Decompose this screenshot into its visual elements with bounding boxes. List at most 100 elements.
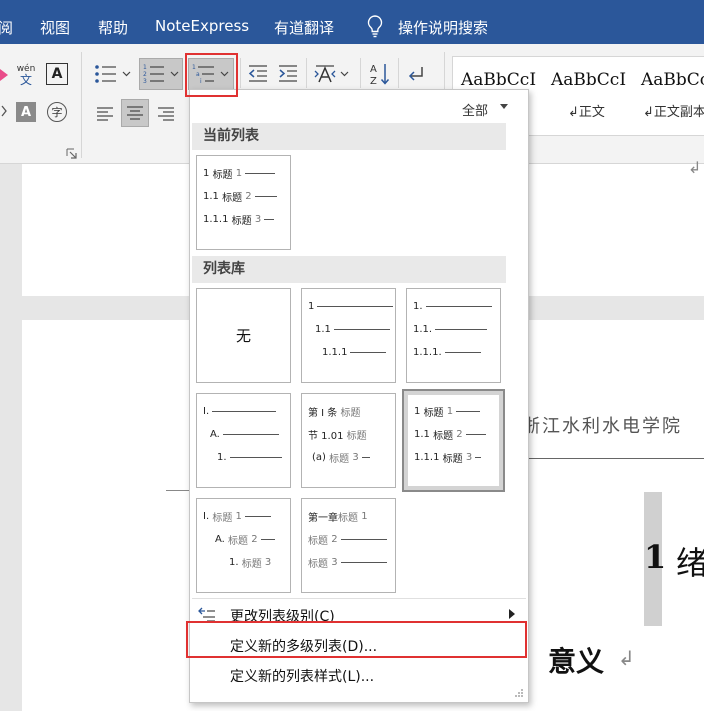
numbering-button[interactable]: 1 2 3 [139,58,183,90]
tile-row: 1.1. [413,322,488,336]
separator [306,58,307,88]
svg-text:A: A [370,64,377,75]
tile-row: 第一章 标题 1 [308,510,368,524]
increase-indent-button[interactable] [276,61,300,87]
section-list-library: 列表库 [192,256,506,283]
dialog-launcher-icon[interactable] [66,148,78,160]
align-right-icon [158,107,174,121]
paragraph-mark-icon [408,67,423,81]
tile-row: (a) 标题 3 [312,450,370,465]
align-center-icon [127,106,143,120]
character-border-button[interactable]: A [46,63,68,85]
separator [240,58,241,88]
show-formatting-marks-button[interactable] [404,61,428,87]
list-tile-article-section[interactable]: 第 I 条 标题 节 1.01 标题 (a) 标题 3 [301,393,396,488]
lightbulb-icon [367,15,383,38]
highlight-pen-icon[interactable] [0,66,10,82]
list-tile-heading-numeric-selected[interactable]: 1 标题 1 1.1 标题 2 1.1.1 标题 3 [402,389,505,492]
paragraph-mark: ↲ [688,158,702,177]
multilevel-list-dropdown: 全部 当前列表 1 标题 1 1.1 标题 2 1.1.1 标题 3 列表库 无… [189,89,529,703]
resize-grip-icon[interactable] [514,688,524,698]
bullets-icon [95,65,131,83]
tile-row: I. 标题 1 [203,509,271,524]
tile-row: A. 标题 2 [215,532,275,547]
sort-icon: A Z [370,64,390,87]
highlight-box-define-multilevel [186,621,527,658]
list-tile-numeric-dot[interactable]: 1. 1.1. 1.1.1. [406,288,501,383]
paragraph-mark: ↲ [618,646,635,670]
chapter-number: 1 [644,538,667,576]
asian-layout-button[interactable] [312,60,352,88]
tile-row: 1. [413,299,492,313]
menu-noteexpress[interactable]: NoteExpress [155,17,249,35]
sort-button[interactable]: A Z [366,59,392,89]
increase-indent-icon [279,65,297,82]
tile-row: A. [210,427,279,441]
menu-youdao-translate[interactable]: 有道翻译 [274,17,334,38]
tile-row: 1.1.1 标题 3 [203,212,275,227]
tile-row: 1 [308,299,394,313]
svg-text:文: 文 [20,72,32,87]
tile-row: 1.1.1 [322,345,387,359]
style-sample-third[interactable]: AaBbCc [641,70,704,90]
more-arrow-icon [1,105,7,117]
bullets-button[interactable] [92,60,134,88]
align-left-button[interactable] [92,102,118,126]
tile-row: 1.1 标题 2 [414,427,486,442]
phonetic-guide-icon: wén 文 [17,63,36,87]
tile-row: 1.1.1. [413,345,481,359]
tile-none-label: 无 [235,327,251,345]
highlight-box-multilevel-button [185,53,238,97]
define-new-list-style-item[interactable]: 定义新的列表样式(L)... [230,666,374,686]
section-current-list: 当前列表 [192,123,506,150]
header-affiliation: 浙江水利水电学院 [522,416,682,437]
list-tile-heading-chapter[interactable]: 第一章 标题 1 标题 2 标题 3 [301,498,396,593]
tile-row: 1. 标题 3 [229,556,272,570]
tile-row: 1.1 [315,322,390,336]
align-right-button[interactable] [153,102,179,126]
phonetic-guide-button[interactable]: wén 文 [14,60,38,88]
tile-row: 节 1.01 标题 [308,430,367,442]
decrease-indent-button[interactable] [246,61,270,87]
align-center-button[interactable] [121,99,149,127]
align-left-icon [97,107,113,121]
list-tile-current[interactable]: 1 标题 1 1.1 标题 2 1.1.1 标题 3 [196,155,291,250]
enclose-characters-button[interactable]: 字 [47,102,67,122]
svg-text:1: 1 [143,64,147,71]
tile-row: 标题 2 [308,532,387,547]
tile-row: 1 标题 1 [203,166,276,181]
chapter-title: 绪 [676,544,704,582]
menu-review[interactable]: 阅 [0,17,13,38]
asian-layout-icon [314,65,349,83]
menu-separator [192,598,526,599]
tile-row: 1.1.1 标题 3 [414,450,482,465]
list-tile-none[interactable]: 无 [196,288,291,383]
decrease-indent-icon [248,65,267,82]
tile-row: 第 I 条 标题 [308,407,361,419]
tile-row: 1.1 标题 2 [203,189,277,204]
submenu-arrow-icon [509,609,515,619]
svg-text:3: 3 [143,78,147,85]
style-name-normal: ↲正文 [568,105,605,120]
list-tile-heading-roman[interactable]: I. 标题 1 A. 标题 2 1. 标题 3 [196,498,291,593]
svg-text:Z: Z [370,76,377,87]
menu-help[interactable]: 帮助 [98,17,128,38]
separator [360,58,361,88]
filter-all-dropdown[interactable]: 全部 [462,100,488,119]
menu-view[interactable]: 视图 [40,17,70,38]
style-sample-normal-copy[interactable]: AaBbCcI [551,70,626,90]
list-tile-numeric[interactable]: 1 1.1 1.1.1 [301,288,396,383]
change-list-level-icon [198,607,215,622]
tile-row: I. [203,404,277,418]
group-separator [81,52,82,158]
style-sample-normal[interactable]: AaBbCcI [461,70,536,90]
tile-row: 1. [217,450,282,464]
tile-row: 1 标题 1 [414,404,481,419]
character-shading-button[interactable]: A [16,102,36,122]
tile-row: 标题 3 [308,555,387,570]
list-tile-roman-alpha[interactable]: I. A. 1. [196,393,291,488]
separator [398,58,399,88]
svg-text:2: 2 [143,71,147,78]
style-name-normal-copy: ↲正文副本 [643,105,704,120]
tell-me-search[interactable]: 操作说明搜索 [398,17,488,38]
